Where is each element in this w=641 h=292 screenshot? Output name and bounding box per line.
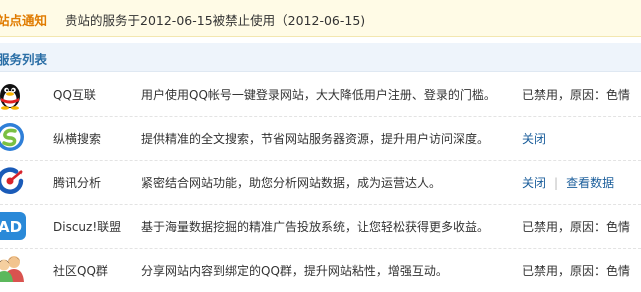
service-row-qq-connect: QQ互联 用户使用QQ帐号一键登录网站，大大降低用户注册、登录的门槛。 已禁用，… (0, 72, 641, 117)
service-description: 用户使用QQ帐号一键登录网站，大大降低用户注册、登录的门槛。 (141, 88, 496, 102)
tencent-analytics-icon (0, 167, 24, 194)
qq-penguin-icon (0, 84, 20, 110)
service-actions: 关闭 (522, 130, 546, 147)
service-list-header: 服务列表 (0, 43, 641, 72)
service-list-title: 服务列表 (0, 52, 48, 67)
notice-text: 贵站的服务于2012-06-15被禁止使用（2012-06-15) (65, 13, 366, 28)
service-row-analytics: 腾讯分析 紧密结合网站功能，助您分析网站数据，成为运营达人。 关闭 | 查看数据 (0, 160, 641, 205)
action-separator: | (554, 176, 559, 190)
service-name: 腾讯分析 (53, 176, 102, 190)
close-service-link[interactable]: 关闭 (522, 176, 546, 190)
view-data-link[interactable]: 查看数据 (566, 176, 614, 190)
soso-search-icon (0, 123, 24, 151)
service-actions: 关闭 | 查看数据 (522, 174, 614, 191)
service-row-discuz-union: AD Discuz!联盟 基于海量数据挖掘的精准广告投放系统，让您轻松获得更多收… (0, 204, 641, 249)
ad-logo-icon: AD (0, 212, 26, 240)
service-status: 已禁用，原因：色情 (522, 264, 631, 278)
service-description: 分享网站内容到绑定的QQ群，提升网站粘性，增强互动。 (141, 264, 448, 278)
close-service-link[interactable]: 关闭 (522, 132, 546, 146)
people-group-icon (0, 256, 24, 282)
service-name: 纵横搜索 (53, 132, 102, 146)
service-status: 已禁用，原因：色情 (522, 220, 631, 234)
service-description: 提供精准的全文搜索，节省网站服务器资源，提升用户访问深度。 (141, 132, 490, 146)
service-row-search: 纵横搜索 提供精准的全文搜索，节省网站服务器资源，提升用户访问深度。 关闭 (0, 116, 641, 161)
service-description: 基于海量数据挖掘的精准广告投放系统，让您轻松获得更多收益。 (141, 220, 490, 234)
service-row-qq-group: 社区QQ群 分享网站内容到绑定的QQ群，提升网站粘性，增强互动。 已禁用，原因：… (0, 248, 641, 292)
service-name: 社区QQ群 (53, 264, 108, 278)
service-description: 紧密结合网站功能，助您分析网站数据，成为运营达人。 (141, 176, 442, 190)
service-status: 已禁用，原因：色情 (522, 88, 631, 102)
notice-label: 站点通知 (0, 13, 48, 28)
svg-text:AD: AD (0, 218, 22, 236)
service-name: Discuz!联盟 (53, 220, 122, 234)
service-name: QQ互联 (53, 88, 96, 102)
site-notice-bar: 站点通知 贵站的服务于2012-06-15被禁止使用（2012-06-15) (0, 0, 641, 37)
